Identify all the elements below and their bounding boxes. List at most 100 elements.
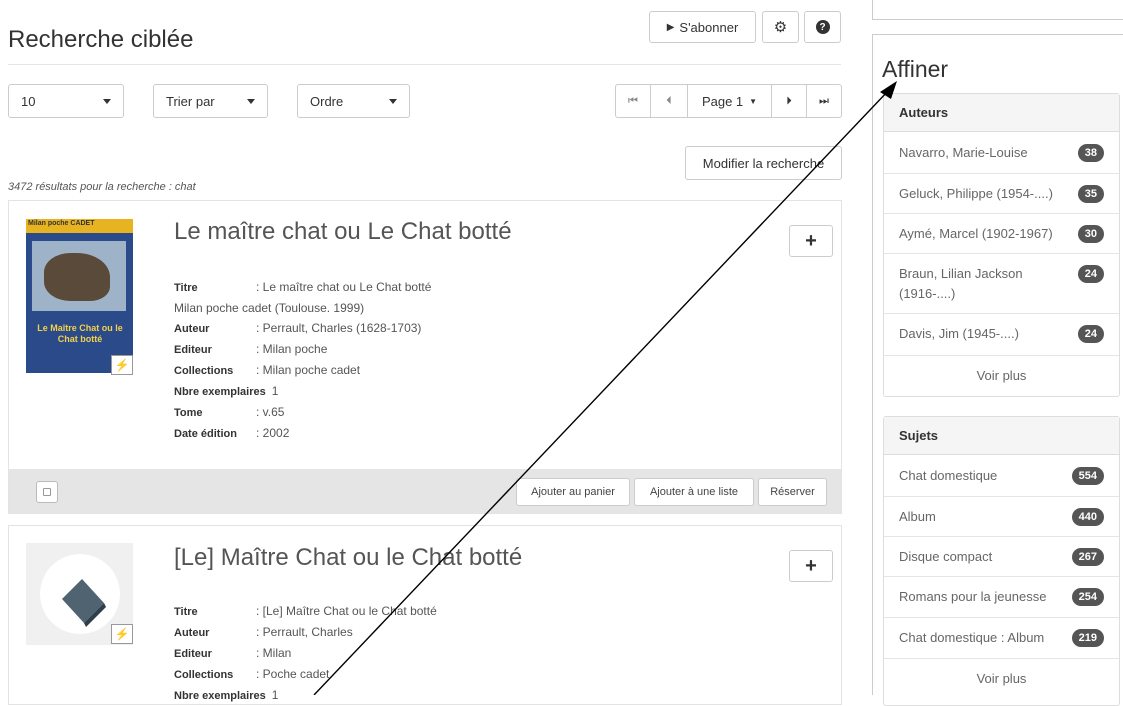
count-badge: 554 bbox=[1071, 467, 1104, 485]
detail-row: Collections : Milan poche cadet bbox=[174, 360, 431, 381]
detail-value: : Perrault, Charles (1628-1703) bbox=[256, 321, 422, 335]
add-to-list-button[interactable]: Ajouter à une liste bbox=[634, 478, 754, 506]
facet-item[interactable]: Navarro, Marie-Louise 38 bbox=[884, 133, 1119, 174]
first-page-button[interactable]: ⏮ bbox=[615, 84, 651, 118]
chevron-down-icon bbox=[389, 99, 397, 104]
detail-value: 1 bbox=[271, 688, 279, 702]
facet-item[interactable]: Davis, Jim (1945-....) 24 bbox=[884, 314, 1119, 356]
header-divider bbox=[8, 64, 841, 65]
count-badge: 24 bbox=[1077, 265, 1104, 283]
detail-value: : Milan poche cadet bbox=[256, 363, 361, 377]
sort-select[interactable]: Trier par bbox=[153, 84, 268, 118]
chevron-down-icon bbox=[247, 99, 255, 104]
see-more-link[interactable]: Voir plus bbox=[884, 368, 1119, 383]
detail-value: : Perrault, Charles bbox=[256, 625, 353, 639]
next-page-button[interactable]: ⏵ bbox=[771, 84, 807, 118]
refine-heading: Affiner bbox=[882, 56, 949, 82]
detail-row: Nbre exemplaires 1 bbox=[174, 381, 431, 402]
detail-row: Nbre exemplaires 1 bbox=[174, 685, 437, 706]
detail-label: Editeur bbox=[174, 648, 212, 660]
detail-row: Collections: Poche cadet bbox=[174, 664, 437, 685]
detail-row: Auteur : Perrault, Charles bbox=[174, 622, 437, 643]
detail-value: : 2002 bbox=[256, 426, 290, 440]
detail-row: Milan poche cadet (Toulouse. 1999) bbox=[174, 298, 431, 318]
detail-label: Collections bbox=[174, 365, 234, 377]
cover-series-text: Milan poche CADET bbox=[28, 220, 95, 227]
facet-item-label: Braun, Lilian Jackson (1916-....) bbox=[899, 266, 1023, 301]
facet-item-label: Navarro, Marie-Louise bbox=[899, 145, 1028, 160]
gear-icon: ⚙ bbox=[773, 19, 788, 36]
cover-title-text: Le Maître Chat ou le Chat botté bbox=[37, 323, 123, 344]
detail-label: Nbre exemplaires bbox=[174, 690, 266, 702]
sort-value: Trier par bbox=[166, 93, 215, 109]
result-card: ⚡ [Le] Maître Chat ou le Chat botté + Ti… bbox=[8, 525, 842, 705]
settings-button[interactable]: ⚙ bbox=[762, 11, 799, 43]
result-title[interactable]: [Le] Maître Chat ou le Chat botté bbox=[174, 544, 522, 572]
detail-label: Titre bbox=[174, 606, 198, 618]
select-checkbox[interactable] bbox=[36, 481, 58, 503]
bolt-icon[interactable]: ⚡ bbox=[111, 624, 133, 644]
count-badge: 219 bbox=[1071, 629, 1104, 647]
facet-item-label: Davis, Jim (1945-....) bbox=[899, 326, 1019, 341]
book-cover[interactable]: Milan poche CADET Le Maître Chat ou le C… bbox=[26, 219, 133, 373]
page-select[interactable]: Page 1 ▼ bbox=[687, 84, 772, 118]
facet-subjects: Sujets Chat domestique 554 Album 440 Dis… bbox=[883, 416, 1120, 706]
detail-label: Date édition bbox=[174, 428, 237, 440]
facet-heading: Sujets bbox=[884, 417, 1119, 455]
facet-item[interactable]: Romans pour la jeunesse 254 bbox=[884, 577, 1119, 618]
count-badge: 267 bbox=[1071, 548, 1104, 566]
last-page-button[interactable]: ⏭ bbox=[806, 84, 842, 118]
expand-button[interactable]: + bbox=[789, 225, 833, 257]
page-label: Page 1 bbox=[701, 93, 744, 109]
detail-label: Tome bbox=[174, 407, 203, 419]
detail-row: Editeur: Milan poche bbox=[174, 339, 431, 360]
per-page-select[interactable]: 10 bbox=[8, 84, 124, 118]
previous-page-icon: ⏴ bbox=[666, 94, 672, 107]
detail-value: : Milan poche bbox=[256, 342, 328, 356]
facet-item[interactable]: Album 440 bbox=[884, 497, 1119, 537]
previous-page-button[interactable]: ⏴ bbox=[650, 84, 688, 118]
detail-value: : Milan bbox=[256, 646, 292, 660]
modify-search-button[interactable]: Modifier la recherche bbox=[685, 146, 842, 180]
detail-row: Auteur : Perrault, Charles (1628-1703) bbox=[174, 318, 431, 339]
detail-row: Editeur : Milan bbox=[174, 643, 437, 664]
count-badge: 30 bbox=[1077, 225, 1104, 243]
chevron-down-icon bbox=[103, 99, 111, 104]
see-more-link[interactable]: Voir plus bbox=[884, 671, 1119, 686]
per-page-value: 10 bbox=[21, 93, 36, 109]
facet-item[interactable]: Aymé, Marcel (1902-1967) 30 bbox=[884, 214, 1119, 254]
detail-label: Nbre exemplaires bbox=[174, 386, 266, 398]
detail-label: Auteur bbox=[174, 627, 210, 639]
bolt-icon[interactable]: ⚡ bbox=[111, 355, 133, 375]
first-page-icon: ⏮ bbox=[628, 94, 638, 107]
result-title[interactable]: Le maître chat ou Le Chat botté bbox=[174, 218, 512, 246]
order-select[interactable]: Ordre bbox=[297, 84, 410, 118]
question-circle-icon: ? bbox=[815, 20, 830, 34]
add-to-cart-button[interactable]: Ajouter au panier bbox=[516, 478, 630, 506]
facet-authors: Auteurs Navarro, Marie-Louise 38 Geluck,… bbox=[883, 93, 1120, 397]
chevron-down-icon: ▼ bbox=[749, 96, 758, 106]
help-button[interactable]: ? bbox=[804, 11, 841, 43]
expand-button[interactable]: + bbox=[789, 550, 833, 582]
detail-value: 1 bbox=[271, 384, 279, 398]
facet-heading: Auteurs bbox=[884, 94, 1119, 132]
count-badge: 24 bbox=[1077, 325, 1104, 343]
subscribe-button[interactable]: ▶ S'abonner bbox=[649, 11, 756, 43]
detail-label: Auteur bbox=[174, 323, 210, 335]
result-details: Titre: Le maître chat ou Le Chat botté Mi… bbox=[174, 277, 431, 444]
facet-item[interactable]: Braun, Lilian Jackson (1916-....) 24 bbox=[884, 254, 1119, 314]
facet-item[interactable]: Chat domestique : Album 219 bbox=[884, 618, 1119, 659]
count-badge: 254 bbox=[1071, 588, 1104, 606]
sidebar-top-box bbox=[872, 0, 1123, 20]
count-badge: 440 bbox=[1071, 508, 1104, 526]
facet-item[interactable]: Chat domestique 554 bbox=[884, 456, 1119, 497]
subscribe-label: S'abonner bbox=[679, 19, 739, 35]
page-title: Recherche ciblée bbox=[8, 26, 194, 53]
result-footer: Ajouter au panier Ajouter à une liste Ré… bbox=[9, 469, 841, 514]
plus-icon: + bbox=[805, 229, 817, 252]
facet-item[interactable]: Disque compact 267 bbox=[884, 537, 1119, 577]
reserve-button[interactable]: Réserver bbox=[758, 478, 827, 506]
next-page-icon: ⏵ bbox=[786, 94, 792, 107]
facet-item[interactable]: Geluck, Philippe (1954-....) 35 bbox=[884, 174, 1119, 214]
detail-row: Tome: v.65 bbox=[174, 402, 431, 423]
